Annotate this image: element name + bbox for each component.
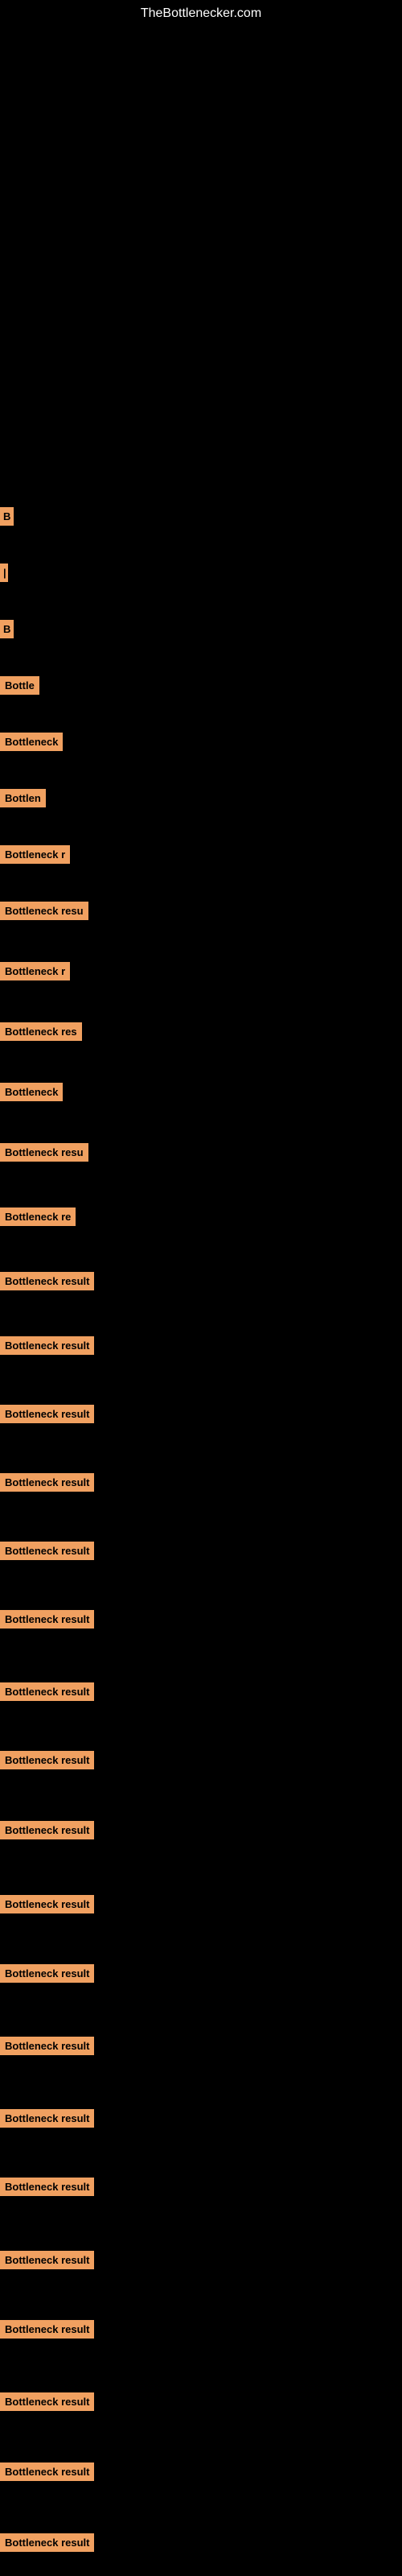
label-1: B <box>0 507 14 526</box>
label-11: Bottleneck <box>0 1083 63 1101</box>
label-19: Bottleneck result <box>0 1610 94 1629</box>
label-16: Bottleneck result <box>0 1405 94 1423</box>
label-20: Bottleneck result <box>0 1682 94 1701</box>
label-6: Bottlen <box>0 789 46 807</box>
label-13: Bottleneck re <box>0 1208 76 1226</box>
label-30: Bottleneck result <box>0 2392 94 2411</box>
label-27: Bottleneck result <box>0 2178 94 2196</box>
label-28: Bottleneck result <box>0 2251 94 2269</box>
label-17: Bottleneck result <box>0 1473 94 1492</box>
label-24: Bottleneck result <box>0 1964 94 1983</box>
label-26: Bottleneck result <box>0 2109 94 2128</box>
label-18: Bottleneck result <box>0 1542 94 1560</box>
label-9: Bottleneck r <box>0 962 70 980</box>
label-21: Bottleneck result <box>0 1751 94 1769</box>
label-23: Bottleneck result <box>0 1895 94 1913</box>
label-7: Bottleneck r <box>0 845 70 864</box>
label-14: Bottleneck result <box>0 1272 94 1290</box>
label-32: Bottleneck result <box>0 2533 94 2552</box>
label-12: Bottleneck resu <box>0 1143 88 1162</box>
label-10: Bottleneck res <box>0 1022 82 1041</box>
label-8: Bottleneck resu <box>0 902 88 920</box>
site-title: TheBottlenecker.com <box>141 6 261 21</box>
label-15: Bottleneck result <box>0 1336 94 1355</box>
label-29: Bottleneck result <box>0 2320 94 2339</box>
label-2: | <box>0 564 8 582</box>
label-3: B <box>0 620 14 638</box>
label-31: Bottleneck result <box>0 2462 94 2481</box>
label-4: Bottle <box>0 676 39 695</box>
label-25: Bottleneck result <box>0 2037 94 2055</box>
label-22: Bottleneck result <box>0 1821 94 1839</box>
label-5: Bottleneck <box>0 733 63 751</box>
